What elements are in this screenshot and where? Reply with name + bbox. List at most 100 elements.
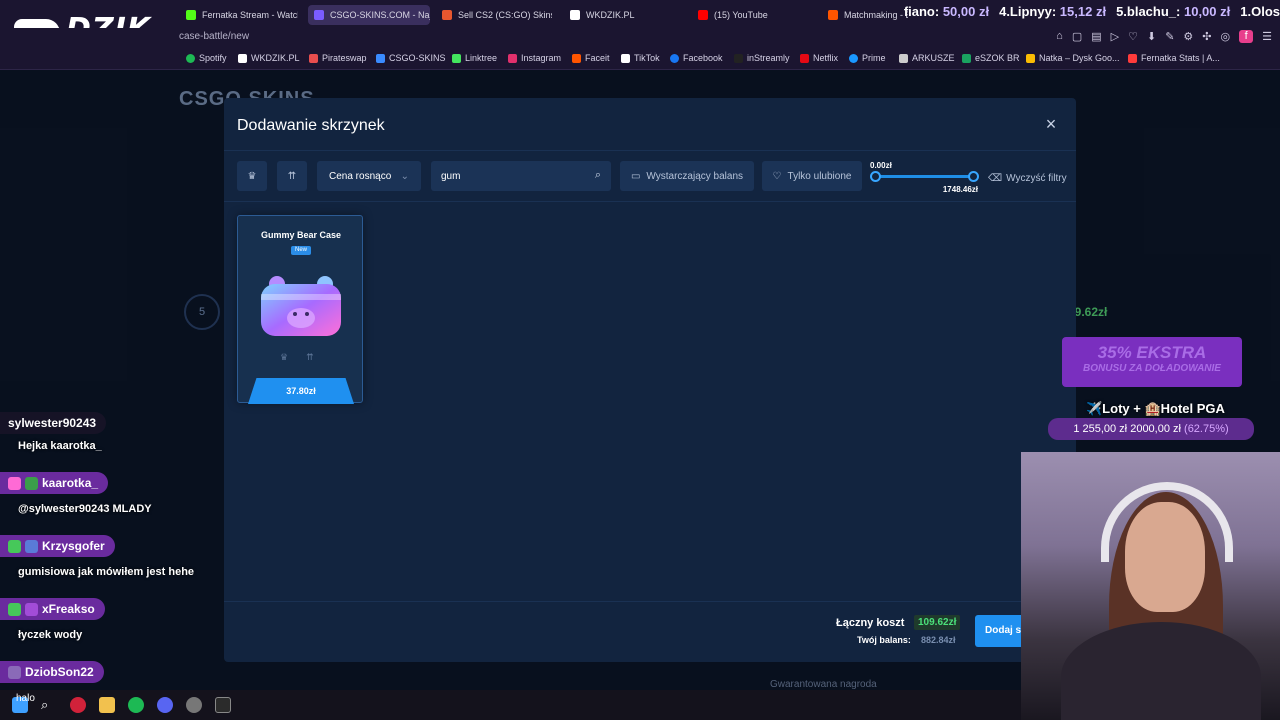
footer-divider [224,601,1076,602]
reader-icon[interactable]: ▤ [1091,30,1101,43]
instagram-icon [508,53,517,63]
total-cost-label: Łączny koszt [836,617,905,629]
bookmark-pirateswap[interactable]: Pirateswap [309,53,367,63]
menu-icon[interactable]: ☰ [1262,30,1272,43]
folder-icon[interactable] [99,697,115,713]
extension-icon[interactable]: ✎ [1165,30,1174,43]
discord-icon[interactable] [157,697,173,713]
clear-filters-label: Wyczyść filtry [1006,173,1067,184]
wallet-icon: ▭ [630,170,641,182]
clear-filters-button[interactable]: ⌫ Wyczyść filtry [988,173,1067,184]
flow-icon[interactable]: ◎ [1221,30,1231,43]
sort-select[interactable]: Cena rosnąco ⌄ [317,161,421,191]
crown-icon: ♛ [247,170,257,182]
sufficient-balance-toggle[interactable]: ▭ Wystarczający balans [620,161,754,191]
bookmark-icon[interactable]: ⌂ [1056,30,1063,43]
chat-username: xFreakso [0,598,105,620]
webcam-feed [1021,452,1280,720]
bookmark-eszok[interactable]: eSZOK BR [962,53,1020,63]
url-text[interactable]: case-battle/new [179,31,249,42]
bookmark-linktree[interactable]: Linktree [452,53,497,63]
case-price-button[interactable]: 37.80zł [248,378,354,404]
filter-bar: ♛ ⇈ Cena rosnąco ⌄ ⌕ ▭ Wystarczający balan… [224,150,1076,202]
folder-icon [899,53,908,63]
search-input[interactable] [441,161,586,191]
stats-icon [1128,53,1137,63]
spotify-icon[interactable] [128,697,144,713]
download-icon[interactable]: ⬇ [1147,30,1156,43]
slider-min-handle[interactable] [870,171,881,182]
netflix-icon [800,53,809,63]
bookmark-arkusze[interactable]: ARKUSZE [899,53,955,63]
bookmark-fernatka-stats[interactable]: Fernatka Stats | A... [1128,53,1220,63]
tab-csgo-skins[interactable]: CSGO-SKINS.COM - Naj [308,5,430,25]
goal-current: 1 255,00 zł [1073,423,1128,435]
opera-icon[interactable] [70,697,86,713]
tab-wkdzik[interactable]: WKDZIK.PL [570,5,680,25]
slider-track[interactable] [876,175,974,178]
chat-username: sylwester90243 [0,412,107,434]
bonus-banner-subtitle: BONUSU ZA DOŁADOWANIE [1083,363,1221,374]
chat-username: Krzysgofer [0,535,115,557]
slider-min-label: 0.00zł [870,161,892,170]
screenshot-icon[interactable]: ▢ [1072,30,1082,43]
eszok-icon [962,53,971,63]
price-range-slider[interactable]: 0.00zł 1748.46zł [870,161,982,194]
slider-max-handle[interactable] [968,171,979,182]
bonus-banner: 35% EKSTRA BONUSU ZA DOŁADOWANIE [1062,337,1242,387]
chat-username: DziobSon22 [0,661,104,683]
drive-icon [1026,53,1035,63]
goal-progress: 1 255,00 zł 2000,00 zł (62.75%) [1048,418,1254,440]
bookmark-wkdzik[interactable]: WKDZIK.PL [238,53,300,63]
taskbar-label: halo [16,693,35,704]
chat-username: kaarotka_ [0,472,109,494]
bookmark-netflix[interactable]: Netflix [800,53,838,63]
chevrons-up-icon: ⇈ [287,170,297,182]
bookmark-tiktok[interactable]: TikTok [621,53,660,63]
extension-icon[interactable]: ⚙ [1183,30,1193,43]
tab-fernatka[interactable]: Fernatka Stream - Watch [186,5,298,25]
ticker-item: 1.Olos [1240,4,1280,19]
round-counter: 5 [184,294,220,330]
bookmark-instreamly[interactable]: inStreamly [734,53,790,63]
guaranteed-reward-label: Gwarantowana nagroda [770,679,877,690]
facebook-icon [670,53,679,63]
bookmark-spotify[interactable]: Spotify [186,53,227,63]
chat-message: @sylwester90243 MLADY [18,503,152,515]
puzzle-icon[interactable]: ✣ [1202,30,1211,43]
search-icon[interactable]: ⌕ [595,169,601,182]
sort-label: Cena rosnąco [329,170,392,182]
bookmark-drive[interactable]: Natka – Dysk Goo... [1026,53,1120,63]
crown-filter-button[interactable]: ♛ [237,161,267,191]
pirate-icon [309,53,318,63]
tab-youtube[interactable]: (15) YouTube [698,5,808,25]
close-icon[interactable]: × [1042,115,1060,133]
case-card[interactable]: Gummy Bear Case New ♛ ⇈ 37.80zł [237,215,363,404]
goal-target: 2000,00 zł [1130,423,1181,435]
bookmark-instagram[interactable]: Instagram [508,53,561,63]
balance-value: 882.84zł [921,635,956,645]
wkdzik-icon [238,53,247,63]
search-icon[interactable]: ⌕ [41,697,57,713]
chat-message: łyczek wody [18,629,83,641]
bookmark-faceit[interactable]: Faceit [572,53,610,63]
new-badge: New [291,246,311,255]
tab-matchmaking[interactable]: Matchmaking - E [828,5,908,25]
play-icon[interactable]: ▷ [1111,30,1119,43]
profile-icon[interactable]: f [1239,30,1254,43]
favorites-toggle[interactable]: ♡ Tylko ulubione [762,161,862,191]
heart-icon[interactable]: ♡ [1128,30,1138,43]
steam-icon[interactable] [186,697,202,713]
balance-filter-label: Wystarczający balans [646,170,744,182]
epic-icon[interactable] [215,697,231,713]
taskbar: ⌕ [0,690,1021,720]
rank-filter-button[interactable]: ⇈ [277,161,307,191]
slider-max-label: 1748.46zł [942,185,978,194]
tab-sell-cs2[interactable]: Sell CS2 (CS:GO) Skins | [442,5,552,25]
bookmark-prime[interactable]: Prime [849,53,886,63]
heart-icon: ♡ [772,170,782,182]
bookmark-csgo-skins[interactable]: CSGO-SKINS [376,53,446,63]
bookmark-facebook[interactable]: Facebook [670,53,723,63]
instreamly-icon [734,53,743,63]
donation-ticker: fiano: 50,00 zł 4.Lipnyy: 15,12 zł 5.bla… [904,4,1280,24]
